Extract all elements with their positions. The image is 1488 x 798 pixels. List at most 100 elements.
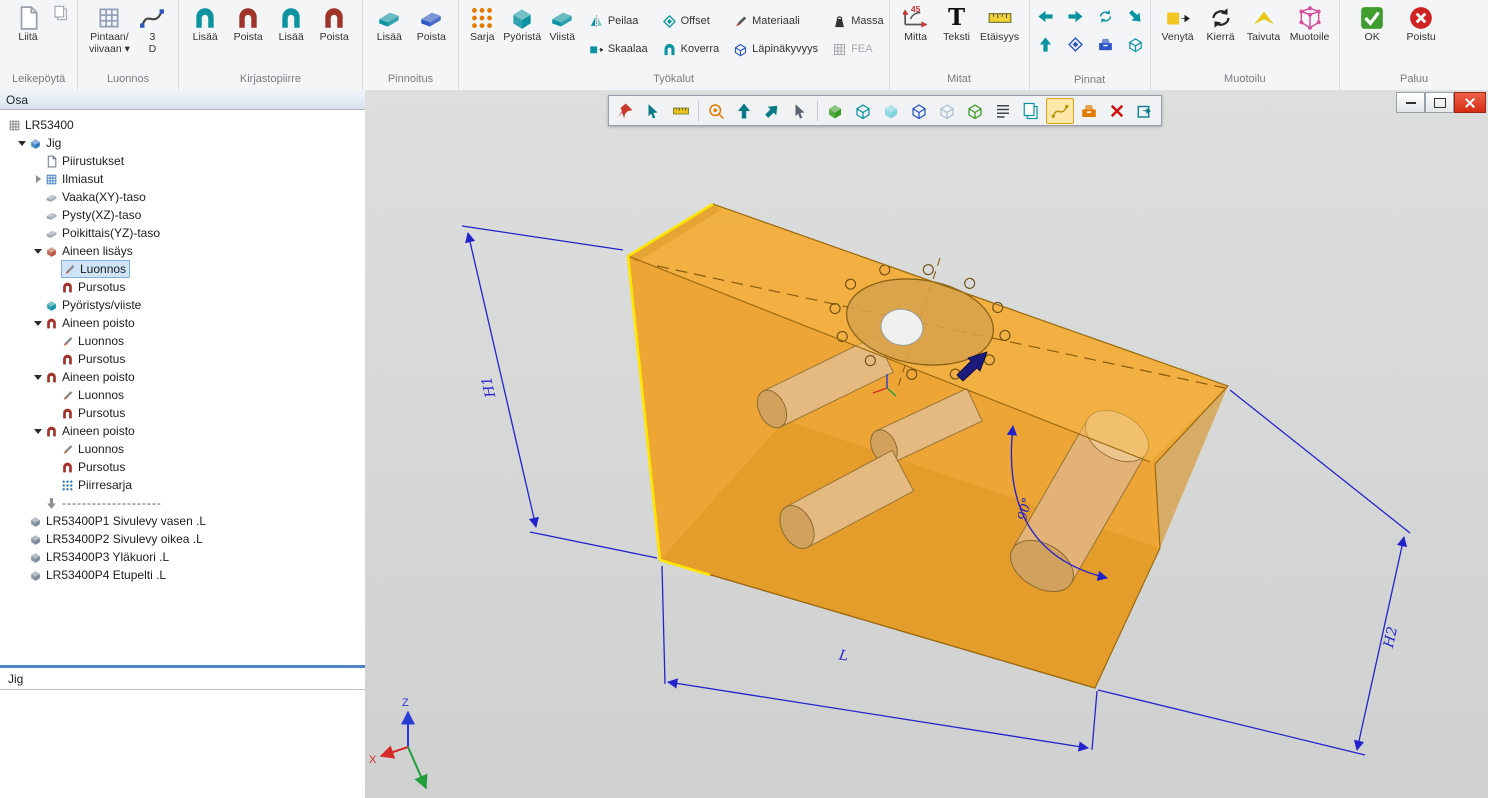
- tree-item-p3-ylakuori[interactable]: LR53400P3 Yläkuori .L: [0, 548, 365, 566]
- tree-item-ilmiasut[interactable]: Ilmiasut: [0, 170, 365, 188]
- chamfer-button[interactable]: Viistä: [544, 3, 581, 44]
- mass-button[interactable]: Massa: [832, 8, 883, 34]
- view-box-3-button[interactable]: [906, 99, 932, 123]
- expand-arrow[interactable]: [32, 317, 45, 330]
- surface-tool-7-button[interactable]: [1125, 5, 1147, 27]
- model-scene[interactable]: H1 H2 L 90° Z X: [365, 90, 1488, 798]
- expand-arrow[interactable]: [32, 245, 45, 258]
- form-button[interactable]: Muotoile: [1286, 3, 1334, 44]
- tree-item-pursotus-1[interactable]: Pursotus: [0, 278, 365, 296]
- part-ref-icon: [29, 551, 42, 564]
- pick-window-button[interactable]: [787, 99, 813, 123]
- stretch-button[interactable]: Venytä: [1156, 3, 1200, 44]
- view-box-2-button[interactable]: [878, 99, 904, 123]
- surface-tool-1-button[interactable]: [1035, 5, 1057, 27]
- tree-separator[interactable]: --------------------: [0, 494, 365, 512]
- surface-tool-8-button[interactable]: [1125, 33, 1147, 55]
- tree-item-p2-sivulevy-oikea[interactable]: LR53400P2 Sivulevy oikea .L: [0, 530, 365, 548]
- mirror-button[interactable]: Peilaa: [589, 8, 648, 34]
- material-button[interactable]: Materiaali: [733, 8, 818, 34]
- pin-button[interactable]: [612, 99, 638, 123]
- expand-arrow[interactable]: [32, 371, 45, 384]
- surface-tool-5-button[interactable]: [1095, 5, 1117, 27]
- tree-item-p4-etupelti[interactable]: LR53400P4 Etupelti .L: [0, 566, 365, 584]
- model-body[interactable]: [628, 204, 1228, 688]
- scale-button[interactable]: Skaalaa: [589, 36, 648, 62]
- tree-item-root[interactable]: LR53400: [0, 116, 365, 134]
- expand-arrow[interactable]: [32, 425, 45, 438]
- exit-button[interactable]: Poistu: [1400, 3, 1442, 44]
- tree-item-pursotus-4[interactable]: Pursotus: [0, 458, 365, 476]
- triad-label-z: Z: [402, 697, 409, 709]
- drawer-icon: [1080, 102, 1098, 120]
- coating-add-button[interactable]: Lisää: [368, 3, 410, 44]
- offset-button[interactable]: Offset: [662, 8, 720, 34]
- library-remove-multi-button[interactable]: Poista: [313, 3, 356, 44]
- sketch-3d-button[interactable]: 3 D: [135, 3, 169, 55]
- coating-remove-button[interactable]: Poista: [410, 3, 452, 44]
- snap-center-button[interactable]: [703, 99, 729, 123]
- snap-corner-button[interactable]: [759, 99, 785, 123]
- tree-item-aineen-poisto-3[interactable]: Aineen poisto: [0, 422, 365, 440]
- pattern-button[interactable]: Sarja: [464, 3, 501, 44]
- library-add-button[interactable]: Lisää: [184, 3, 227, 44]
- fea-button[interactable]: FEA: [832, 36, 883, 62]
- extrude-icon: [61, 407, 74, 420]
- view-box-5-button[interactable]: [962, 99, 988, 123]
- rotate-button[interactable]: Kierrä: [1200, 3, 1242, 44]
- curve-tool-button[interactable]: [1046, 98, 1074, 124]
- tree-item-luonnos-selected[interactable]: Luonnos: [0, 260, 365, 278]
- tree-item-luonnos-3[interactable]: Luonnos: [0, 386, 365, 404]
- distance-button[interactable]: Etäisyys: [977, 3, 1023, 44]
- tree-item-aineen-poisto-2[interactable]: Aineen poisto: [0, 368, 365, 386]
- tree-item-poikittais-taso[interactable]: Poikittais(YZ)-taso: [0, 224, 365, 242]
- tree-item-luonnos-4[interactable]: Luonnos: [0, 440, 365, 458]
- view-box-4-button[interactable]: [934, 99, 960, 123]
- copy-button[interactable]: [51, 3, 71, 21]
- transparency-button[interactable]: Läpinäkyvyys: [733, 36, 818, 62]
- tree-item-piirresarja[interactable]: Piirresarja: [0, 476, 365, 494]
- surface-tool-2-button[interactable]: [1035, 33, 1057, 55]
- tree-item-pyoristys[interactable]: Pyöristys/viiste: [0, 296, 365, 314]
- library-add-multi-button[interactable]: Lisää: [270, 3, 313, 44]
- copy-geometry-button[interactable]: [1018, 99, 1044, 123]
- sketch-on-face-button[interactable]: Pintaan/ viivaan ▾: [83, 3, 135, 55]
- measure-button[interactable]: [668, 99, 694, 123]
- library-remove-button[interactable]: Poista: [227, 3, 270, 44]
- surface-tool-6-button[interactable]: [1095, 33, 1117, 55]
- archive-button[interactable]: [1076, 99, 1102, 123]
- snap-vertex-button[interactable]: [731, 99, 757, 123]
- tree-item-aineen-lisays-1[interactable]: Aineen lisäys: [0, 242, 365, 260]
- ok-button[interactable]: OK: [1352, 3, 1392, 44]
- show-solid-button[interactable]: [822, 99, 848, 123]
- tree-item-luonnos-2[interactable]: Luonnos: [0, 332, 365, 350]
- text-button[interactable]: T Teksti: [937, 3, 977, 44]
- bend-button[interactable]: Taivuta: [1242, 3, 1286, 44]
- dimension-button[interactable]: 45 Mitta: [895, 3, 937, 44]
- minimize-button[interactable]: [1396, 92, 1425, 113]
- 3d-viewport[interactable]: H1 H2 L 90° Z X: [365, 90, 1488, 798]
- select-add-button[interactable]: [640, 99, 666, 123]
- tree-item-p1-sivulevy-vasen[interactable]: LR53400P1 Sivulevy vasen .L: [0, 512, 365, 530]
- collapse-arrow[interactable]: [32, 173, 45, 186]
- arrow-up-icon: [1037, 36, 1054, 53]
- tree-item-pursotus-2[interactable]: Pursotus: [0, 350, 365, 368]
- tree-item-pursotus-3[interactable]: Pursotus: [0, 404, 365, 422]
- surface-tool-3-button[interactable]: [1065, 5, 1087, 27]
- tree-item-pysty-taso[interactable]: Pysty(XZ)-taso: [0, 206, 365, 224]
- maximize-button[interactable]: [1425, 92, 1454, 113]
- view-box-1-button[interactable]: [850, 99, 876, 123]
- list-button[interactable]: [990, 99, 1016, 123]
- export-view-button[interactable]: [1132, 99, 1158, 123]
- tree-item-piirustukset[interactable]: Piirustukset: [0, 152, 365, 170]
- paste-button[interactable]: Liitä: [5, 3, 51, 44]
- delete-button[interactable]: [1104, 99, 1130, 123]
- tree-item-vaaka-taso[interactable]: Vaaka(XY)-taso: [0, 188, 365, 206]
- expand-arrow[interactable]: [16, 137, 29, 150]
- shell-button[interactable]: Koverra: [662, 36, 720, 62]
- tree-item-jig[interactable]: Jig: [0, 134, 365, 152]
- close-button[interactable]: [1454, 92, 1486, 113]
- surface-tool-4-button[interactable]: [1065, 33, 1087, 55]
- tree-item-aineen-poisto-1[interactable]: Aineen poisto: [0, 314, 365, 332]
- fillet-button[interactable]: Pyöristä: [501, 3, 544, 44]
